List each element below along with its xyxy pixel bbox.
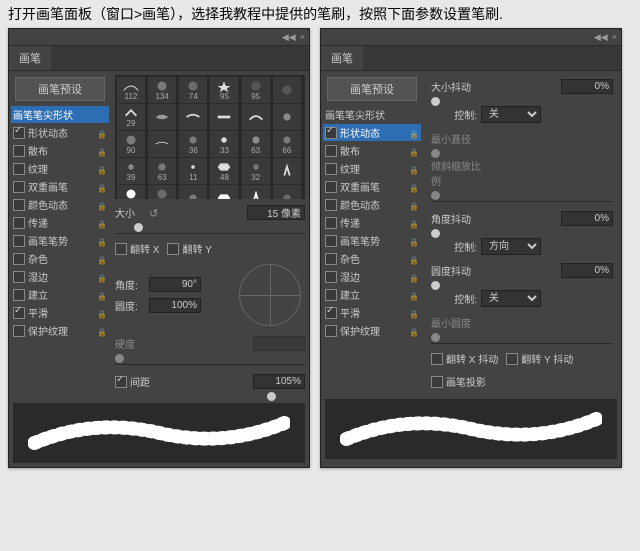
control-size-select[interactable]: 关: [481, 106, 541, 123]
lock-icon: [409, 128, 419, 138]
sidebar-shape-dynamics[interactable]: 形状动态: [11, 124, 109, 141]
lock-icon: [97, 254, 107, 264]
reset-icon[interactable]: [149, 207, 161, 219]
sidebar-dual-brush[interactable]: 双重画笔: [11, 178, 109, 195]
lock-icon: [409, 218, 419, 228]
lock-icon: [409, 146, 419, 156]
sidebar-transfer[interactable]: 传递: [11, 214, 109, 231]
control-round-select[interactable]: 关: [481, 290, 541, 307]
lock-icon: [97, 182, 107, 192]
angle-label: 角度:: [115, 277, 145, 292]
lock-icon: [409, 200, 419, 210]
min-round-label: 最小圆度: [431, 315, 487, 330]
brush-preview: [13, 403, 305, 463]
sidebar-pose[interactable]: 画笔笔势: [11, 232, 109, 249]
hardness-label: 硬度: [115, 336, 145, 351]
lock-icon: [97, 200, 107, 210]
angle-jitter-input[interactable]: [561, 211, 613, 226]
lock-icon: [97, 326, 107, 336]
lock-icon: [97, 308, 107, 318]
lock-icon: [409, 236, 419, 246]
tab-brush[interactable]: 画笔: [9, 46, 51, 70]
round-jitter-label: 圆度抖动: [431, 263, 487, 278]
tilt-scale-label: 倾斜缩放比例: [431, 158, 487, 188]
lock-icon: [97, 218, 107, 228]
sidebar-noise[interactable]: 杂色: [323, 250, 421, 267]
sidebar-protect-texture[interactable]: 保护纹理: [323, 322, 421, 339]
lock-icon: [409, 182, 419, 192]
sidebar-wet-edges[interactable]: 湿边: [323, 268, 421, 285]
sidebar-smooth[interactable]: 平滑: [323, 304, 421, 321]
shape-dynamics-settings: 大小抖动 控制: 关 最小直径 倾斜缩放比例 角度抖动 控制: 方向 圆度抖动 控制…: [423, 71, 621, 395]
size-jitter-input[interactable]: [561, 79, 613, 94]
flip-x-checkbox[interactable]: 翻转 X: [115, 241, 159, 256]
sidebar-noise[interactable]: 杂色: [11, 250, 109, 267]
spacing-checkbox[interactable]: 间距: [115, 374, 150, 389]
lock-icon: [97, 272, 107, 282]
hardness-input: [253, 336, 305, 351]
lock-icon: [409, 164, 419, 174]
control-label: 控制:: [431, 107, 477, 122]
sidebar-protect-texture[interactable]: 保护纹理: [11, 322, 109, 339]
sidebar: 画笔预设 画笔笔尖形状 形状动态 散布 纹理 双重画笔 颜色动态 传递 画笔笔势…: [9, 71, 111, 399]
brush-presets-button[interactable]: 画笔预设: [327, 77, 417, 101]
sidebar-texture[interactable]: 纹理: [11, 160, 109, 177]
lock-icon: [97, 236, 107, 246]
size-label: 大小: [115, 205, 145, 220]
sidebar-scatter[interactable]: 散布: [11, 142, 109, 159]
angle-widget[interactable]: [239, 264, 301, 326]
lock-icon: [409, 290, 419, 300]
control-label: 控制:: [431, 291, 477, 306]
sidebar-pose[interactable]: 画笔笔势: [323, 232, 421, 249]
flipx-jitter-checkbox[interactable]: 翻转 X 抖动: [431, 351, 498, 366]
flipy-jitter-checkbox[interactable]: 翻转 Y 抖动: [506, 351, 573, 366]
angle-jitter-label: 角度抖动: [431, 211, 487, 226]
panel-titlebar: ◀◀×: [9, 29, 309, 46]
brush-panel-right: ◀◀× 画笔 画笔预设 画笔笔尖形状 形状动态 散布 纹理 双重画笔 颜色动态 …: [320, 28, 622, 468]
lock-icon: [97, 164, 107, 174]
tab-brush[interactable]: 画笔: [321, 46, 363, 70]
sidebar-smooth[interactable]: 平滑: [11, 304, 109, 321]
sidebar-build[interactable]: 建立: [11, 286, 109, 303]
lock-icon: [409, 272, 419, 282]
lock-icon: [409, 254, 419, 264]
brush-grid[interactable]: 112 134 74 95 95 29 90 36 33 63 66 39 63: [115, 75, 305, 199]
control-angle-select[interactable]: 方向: [481, 238, 541, 255]
angle-input[interactable]: [149, 277, 201, 292]
brush-presets-button[interactable]: 画笔预设: [15, 77, 105, 101]
roundness-input[interactable]: [149, 298, 201, 313]
sidebar-wet-edges[interactable]: 湿边: [11, 268, 109, 285]
instruction-text: 打开画笔面板（窗口>画笔），选择我教程中提供的笔刷，按照下面参数设置笔刷.: [0, 0, 640, 28]
main-settings: 112 134 74 95 95 29 90 36 33 63 66 39 63: [111, 71, 309, 399]
size-jitter-label: 大小抖动: [431, 79, 487, 94]
sidebar: 画笔预设 画笔笔尖形状 形状动态 散布 纹理 双重画笔 颜色动态 传递 画笔笔势…: [321, 71, 423, 395]
sidebar-scatter[interactable]: 散布: [323, 142, 421, 159]
size-input[interactable]: [247, 205, 305, 220]
flip-y-checkbox[interactable]: 翻转 Y: [167, 241, 211, 256]
sidebar-tip-shape[interactable]: 画笔笔尖形状: [323, 106, 421, 123]
spacing-input[interactable]: [253, 374, 305, 389]
sidebar-transfer[interactable]: 传递: [323, 214, 421, 231]
sidebar-color-dynamics[interactable]: 颜色动态: [11, 196, 109, 213]
brush-panel-left: ◀◀× 画笔 画笔预设 画笔笔尖形状 形状动态 散布 纹理 双重画笔 颜色动态 …: [8, 28, 310, 468]
sidebar-build[interactable]: 建立: [323, 286, 421, 303]
min-diameter-label: 最小直径: [431, 131, 487, 146]
lock-icon: [97, 146, 107, 156]
round-jitter-input[interactable]: [561, 263, 613, 278]
sidebar-shape-dynamics[interactable]: 形状动态: [323, 124, 421, 141]
lock-icon: [97, 128, 107, 138]
lock-icon: [409, 326, 419, 336]
panel-titlebar: ◀◀×: [321, 29, 621, 46]
brush-projection-checkbox[interactable]: 画笔投影: [431, 374, 613, 389]
sidebar-tip-shape[interactable]: 画笔笔尖形状: [11, 106, 109, 123]
lock-icon: [409, 308, 419, 318]
control-label: 控制:: [431, 239, 477, 254]
lock-icon: [97, 290, 107, 300]
brush-preview: [325, 399, 617, 459]
roundness-label: 圆度:: [115, 298, 145, 313]
sidebar-color-dynamics[interactable]: 颜色动态: [323, 196, 421, 213]
sidebar-texture[interactable]: 纹理: [323, 160, 421, 177]
sidebar-dual-brush[interactable]: 双重画笔: [323, 178, 421, 195]
